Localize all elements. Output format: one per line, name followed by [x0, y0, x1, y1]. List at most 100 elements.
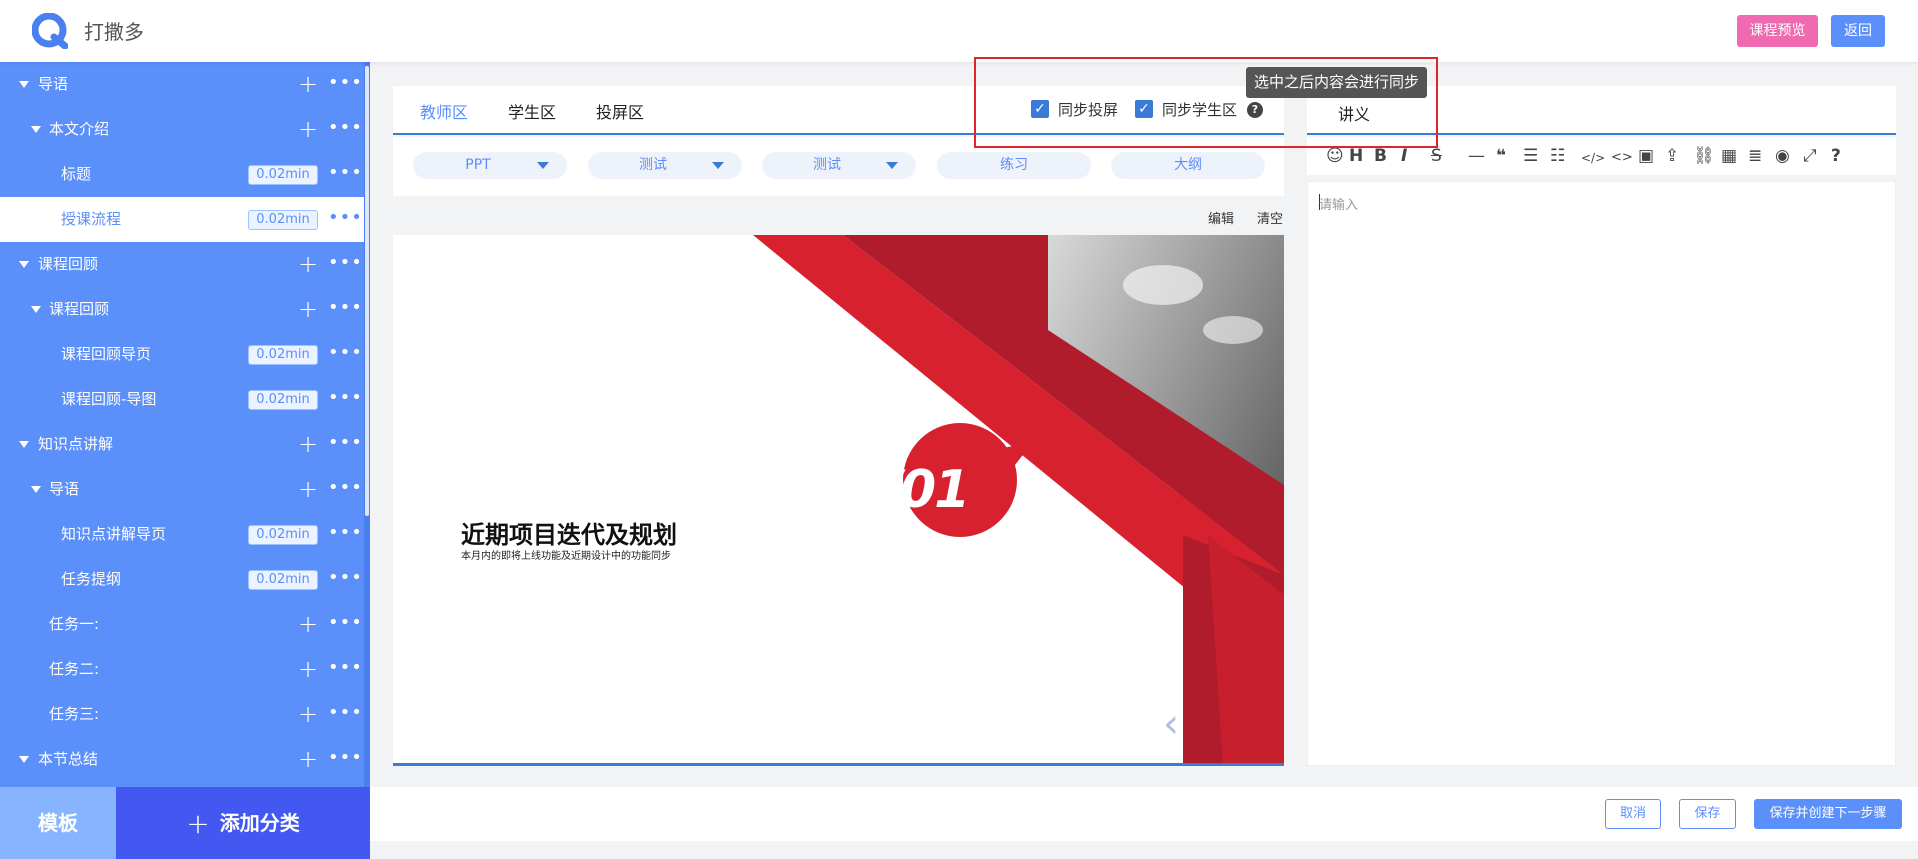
- more-icon[interactable]: •••: [328, 287, 363, 329]
- code-inline-icon[interactable]: </>: [1581, 148, 1605, 168]
- course-preview-button[interactable]: 课程预览: [1737, 15, 1818, 47]
- caret-down-icon[interactable]: [19, 81, 29, 88]
- cancel-button[interactable]: 取消: [1605, 799, 1661, 829]
- sidebar-item-label: 课程回顾: [49, 300, 110, 318]
- filter-test-1[interactable]: 测试: [588, 152, 742, 179]
- sidebar-scrollbar-thumb[interactable]: [365, 66, 369, 516]
- caret-down-icon[interactable]: [19, 261, 29, 268]
- sidebar-item-label: 任务二:: [49, 660, 100, 678]
- more-icon[interactable]: •••: [328, 512, 363, 554]
- add-child-icon[interactable]: +: [298, 62, 318, 106]
- save-and-next-button[interactable]: 保存并创建下一步骤: [1754, 799, 1902, 829]
- hr-icon[interactable]: —: [1468, 146, 1485, 166]
- save-button[interactable]: 保存: [1679, 799, 1736, 829]
- add-child-icon[interactable]: +: [298, 107, 318, 151]
- app-title: 打撒多: [84, 20, 144, 44]
- italic-icon[interactable]: I: [1401, 146, 1407, 166]
- filter-test-2[interactable]: 测试: [762, 152, 916, 179]
- sidebar-item[interactable]: 课程回顾 + •••: [0, 242, 364, 287]
- back-button[interactable]: 返回: [1831, 15, 1885, 47]
- more-icon[interactable]: •••: [328, 647, 363, 689]
- sidebar-item[interactable]: 知识点讲解导页 0.02min •••: [0, 512, 364, 557]
- sidebar-item[interactable]: 导语 + •••: [0, 62, 364, 107]
- add-child-icon[interactable]: +: [298, 692, 318, 736]
- caret-down-icon[interactable]: [19, 756, 29, 763]
- more-icon[interactable]: •••: [328, 737, 363, 779]
- sidebar-item[interactable]: 本文介绍 + •••: [0, 107, 364, 152]
- add-child-icon[interactable]: +: [298, 467, 318, 511]
- sidebar-item[interactable]: 课程回顾导页 0.02min •••: [0, 332, 364, 377]
- table-icon[interactable]: ▦: [1721, 146, 1737, 166]
- upload-icon[interactable]: ⇪: [1665, 146, 1679, 166]
- more-icon[interactable]: •••: [328, 62, 363, 104]
- add-child-icon[interactable]: +: [298, 602, 318, 646]
- more-icon[interactable]: •••: [328, 692, 363, 734]
- sidebar-item[interactable]: 任务三: + •••: [0, 692, 364, 737]
- sidebar-item[interactable]: 本节总结 + •••: [0, 737, 364, 782]
- ul-icon[interactable]: ☰: [1523, 146, 1538, 166]
- toc-icon[interactable]: ≣: [1748, 146, 1762, 166]
- help-icon[interactable]: ?: [1831, 146, 1841, 166]
- chevron-left-icon[interactable]: ‹: [1163, 701, 1179, 747]
- more-icon[interactable]: •••: [328, 422, 363, 464]
- strikethrough-icon[interactable]: S: [1431, 146, 1442, 166]
- slide-title: 近期项目迭代及规划: [461, 521, 677, 549]
- add-child-icon[interactable]: +: [298, 422, 318, 466]
- more-icon[interactable]: •••: [328, 107, 363, 149]
- sync-screen-checkbox[interactable]: ✓: [1031, 100, 1049, 118]
- more-icon[interactable]: •••: [328, 602, 363, 644]
- sidebar-item-label: 导语: [49, 480, 80, 498]
- sidebar-item[interactable]: 任务二: + •••: [0, 647, 364, 692]
- tab-teacher[interactable]: 教师区: [420, 99, 468, 123]
- quote-icon[interactable]: ❝: [1496, 146, 1506, 166]
- filter-outline[interactable]: 大纲: [1111, 152, 1265, 179]
- caret-down-icon[interactable]: [31, 486, 41, 493]
- template-button[interactable]: 模板: [0, 787, 116, 859]
- image-icon[interactable]: ▣: [1638, 146, 1654, 166]
- more-icon[interactable]: •••: [328, 557, 363, 599]
- ol-icon[interactable]: ☷: [1550, 146, 1565, 166]
- emoji-icon[interactable]: ☺: [1326, 146, 1344, 166]
- caret-down-icon: [712, 162, 724, 169]
- sidebar-item[interactable]: 导语 + •••: [0, 467, 364, 512]
- sidebar-item[interactable]: 授课流程 0.02min •••: [0, 197, 364, 242]
- code-block-icon[interactable]: <>: [1611, 148, 1633, 168]
- sidebar-item[interactable]: 知识点讲解 + •••: [0, 422, 364, 467]
- sidebar-item[interactable]: 课程回顾-导图 0.02min •••: [0, 377, 364, 422]
- more-icon[interactable]: •••: [328, 332, 363, 374]
- add-child-icon[interactable]: +: [298, 737, 318, 781]
- sync-student-checkbox[interactable]: ✓: [1135, 100, 1153, 118]
- question-icon[interactable]: ?: [1247, 102, 1263, 118]
- filter-exercise[interactable]: 练习: [937, 152, 1091, 179]
- more-icon[interactable]: •••: [328, 467, 363, 509]
- tab-screen[interactable]: 投屏区: [596, 99, 644, 123]
- caret-down-icon[interactable]: [31, 126, 41, 133]
- heading-icon[interactable]: H: [1349, 146, 1363, 166]
- caret-down-icon[interactable]: [19, 441, 29, 448]
- preview-icon[interactable]: ◉: [1775, 146, 1790, 166]
- link-icon[interactable]: ⛓: [1693, 146, 1715, 166]
- add-child-icon[interactable]: +: [298, 242, 318, 286]
- add-child-icon[interactable]: +: [298, 287, 318, 331]
- fullscreen-icon[interactable]: ⤢: [1803, 146, 1817, 166]
- more-icon[interactable]: •••: [328, 242, 363, 284]
- more-icon[interactable]: •••: [328, 197, 363, 239]
- clear-button[interactable]: 清空: [1257, 208, 1283, 227]
- sidebar-item[interactable]: 任务一: + •••: [0, 602, 364, 647]
- ppt-slide-preview: /01 近期项目迭代及规划 本月内的即将上线功能及近期设计中的功能同步 ‹: [393, 235, 1284, 766]
- sync-student-label: 同步学生区: [1162, 101, 1238, 119]
- sidebar-item[interactable]: 课程回顾 + •••: [0, 287, 364, 332]
- caret-down-icon[interactable]: [31, 306, 41, 313]
- add-category-button[interactable]: + 添加分类: [116, 787, 370, 859]
- editor-textarea[interactable]: 请输入: [1307, 181, 1896, 766]
- filter-ppt[interactable]: PPT: [413, 152, 567, 179]
- tab-student[interactable]: 学生区: [508, 99, 556, 123]
- edit-button[interactable]: 编辑: [1208, 208, 1234, 227]
- sidebar-item[interactable]: 标题 0.02min •••: [0, 152, 364, 197]
- more-icon[interactable]: •••: [328, 377, 363, 419]
- bold-icon[interactable]: B: [1374, 146, 1387, 166]
- duration-badge: 0.02min: [248, 210, 318, 230]
- add-child-icon[interactable]: +: [298, 647, 318, 691]
- more-icon[interactable]: •••: [328, 152, 363, 194]
- sidebar-item[interactable]: 任务提纲 0.02min •••: [0, 557, 364, 602]
